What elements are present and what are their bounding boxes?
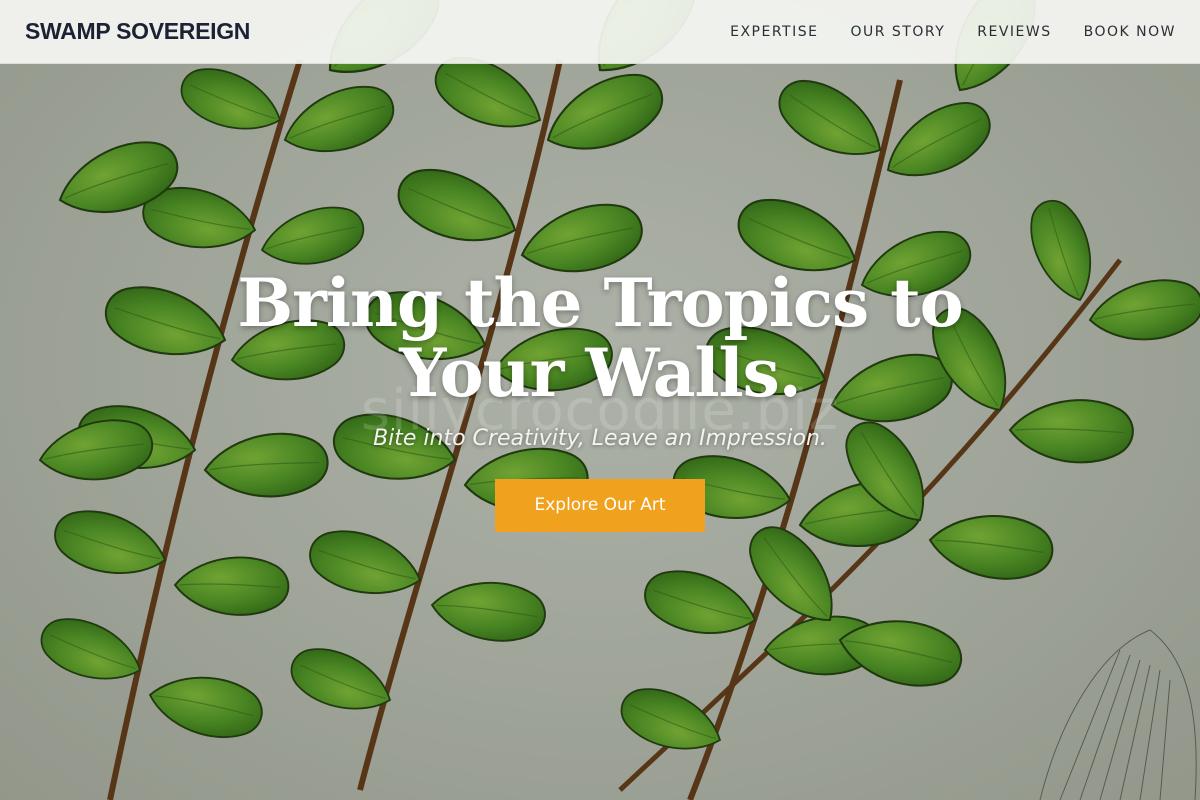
hero-headline: Bring the Tropics to Your Walls. bbox=[237, 264, 963, 412]
nav-item-book-now[interactable]: BOOK NOW bbox=[1084, 24, 1176, 40]
nav-item-reviews[interactable]: REVIEWS bbox=[977, 24, 1051, 40]
nav-item-expertise[interactable]: EXPERTISE bbox=[730, 24, 818, 40]
hero-content: Bring the Tropics to Your Walls. Bite in… bbox=[0, 268, 1200, 532]
brand-logo[interactable]: SWAMP SOVEREIGN bbox=[25, 18, 250, 45]
nav-links: EXPERTISE OUR STORY REVIEWS BOOK NOW bbox=[730, 24, 1176, 40]
navbar: SWAMP SOVEREIGN EXPERTISE OUR STORY REVI… bbox=[0, 0, 1200, 64]
hero-section: sillycrocodile.biz SWAMP SOVEREIGN EXPER… bbox=[0, 0, 1200, 800]
explore-art-button[interactable]: Explore Our Art bbox=[495, 479, 705, 532]
nav-item-our-story[interactable]: OUR STORY bbox=[850, 24, 945, 40]
hero-tagline: Bite into Creativity, Leave an Impressio… bbox=[373, 426, 827, 451]
